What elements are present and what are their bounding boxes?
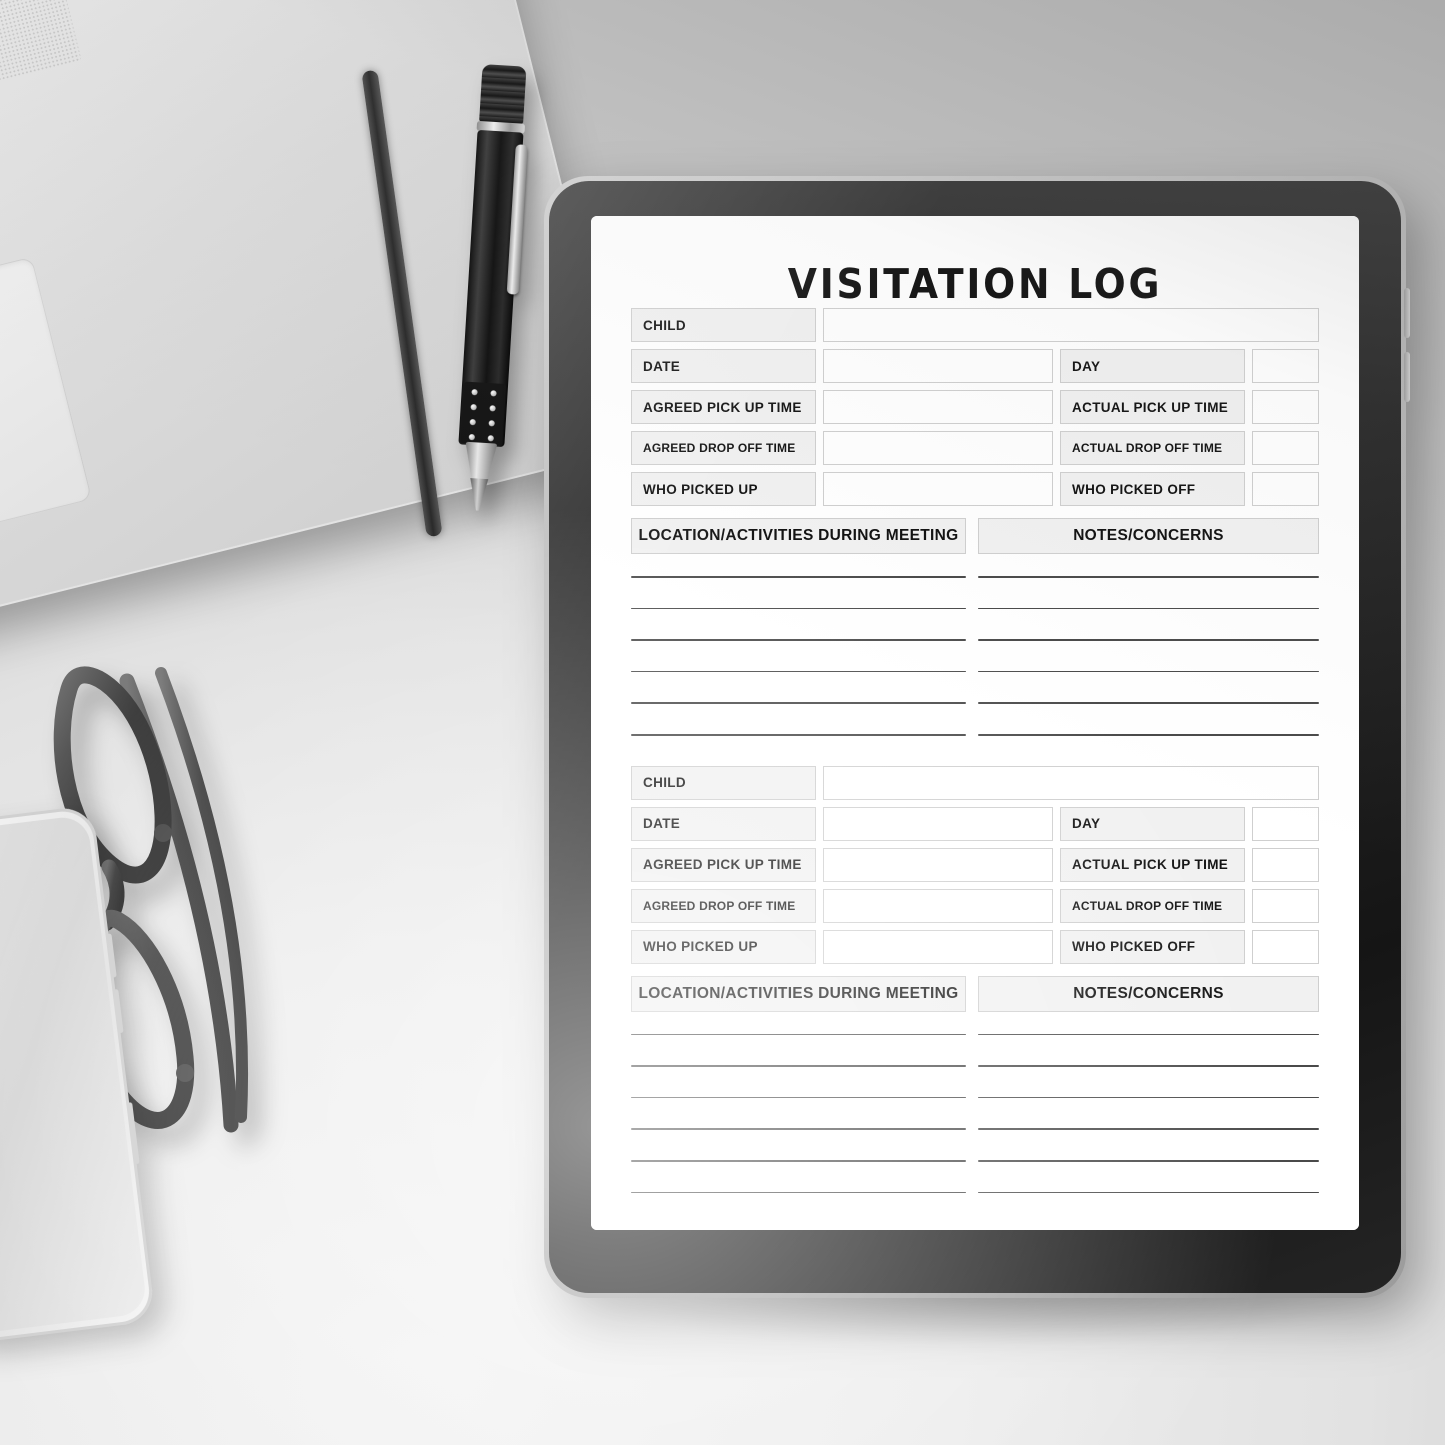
label-who-picked-off: WHO PICKED OFF [1060, 472, 1245, 506]
writing-line [978, 639, 1319, 641]
label-date-2: DATE [631, 806, 816, 841]
input-child[interactable] [823, 308, 1319, 342]
pen-tip [468, 478, 488, 511]
label-actual-drop-off-time: ACTUAL DROP OFF TIME [1060, 431, 1245, 465]
pen-cone [463, 442, 497, 484]
writing-area-2 [631, 1033, 1319, 1194]
writing-area-1 [631, 576, 1319, 736]
label-child-2: CHILD [631, 765, 816, 800]
input-who-picked-up-2[interactable] [823, 929, 1053, 964]
writing-line [631, 702, 966, 704]
tablet: VISITATION LOG CHILD DATE DAY AGREED PIC… [544, 176, 1410, 1298]
writing-line [978, 1128, 1319, 1130]
label-agreed-drop-off-time-2: AGREED DROP OFF TIME [631, 888, 816, 923]
writing-line [631, 607, 966, 610]
writing-line [631, 1065, 966, 1067]
input-date[interactable] [823, 349, 1053, 383]
field-row-date-day-2: DATE DAY [631, 806, 1319, 841]
input-agreed-pick-up-time-2[interactable] [823, 847, 1053, 882]
tablet-volume-down-button[interactable] [1404, 352, 1410, 402]
field-row-dropoff-time: AGREED DROP OFF TIME ACTUAL DROP OFF TIM… [631, 431, 1319, 465]
section-headers-1: LOCATION/ACTIVITIES DURING MEETING NOTES… [631, 518, 1319, 554]
input-actual-drop-off-time-2[interactable] [1252, 888, 1319, 923]
tablet-screen[interactable]: VISITATION LOG CHILD DATE DAY AGREED PIC… [591, 216, 1359, 1230]
input-date-2[interactable] [823, 806, 1053, 841]
input-who-picked-up[interactable] [823, 472, 1053, 506]
field-row-pickup-time-2: AGREED PICK UP TIME ACTUAL PICK UP TIME [631, 847, 1319, 882]
input-who-picked-off[interactable] [1252, 472, 1319, 506]
header-notes-concerns-2: NOTES/CONCERNS [978, 975, 1319, 1012]
label-day-2: DAY [1060, 806, 1245, 841]
field-row-dropoff-time-2: AGREED DROP OFF TIME ACTUAL DROP OFF TIM… [631, 888, 1319, 923]
label-agreed-pick-up-time: AGREED PICK UP TIME [631, 390, 816, 424]
writing-line [631, 576, 966, 578]
label-who-picked-up: WHO PICKED UP [631, 472, 816, 506]
input-day[interactable] [1252, 349, 1319, 383]
field-row-who-picked: WHO PICKED UP WHO PICKED OFF [631, 472, 1319, 506]
label-who-picked-up-2: WHO PICKED UP [631, 929, 816, 964]
input-day-2[interactable] [1252, 806, 1319, 841]
writing-line [631, 1191, 966, 1194]
tablet-volume-up-button[interactable] [1404, 288, 1410, 338]
pen-cap [479, 64, 527, 125]
writing-line [631, 1159, 966, 1162]
writing-line [978, 1159, 1319, 1162]
writing-line [631, 1128, 966, 1130]
input-child-2[interactable] [823, 765, 1319, 800]
section-divider-gap [591, 736, 1359, 766]
label-date: DATE [631, 349, 816, 383]
pen-grip [460, 381, 507, 446]
label-agreed-drop-off-time: AGREED DROP OFF TIME [631, 431, 816, 465]
field-row-child-2: CHILD [631, 765, 1319, 800]
page-title: VISITATION LOG [787, 260, 1163, 308]
writing-line [978, 1033, 1319, 1036]
desk-scene: ⏎ + # ⌥ ⇧ [0, 0, 1445, 1445]
input-agreed-pick-up-time[interactable] [823, 390, 1053, 424]
label-day: DAY [1060, 349, 1245, 383]
field-row-who-picked-2: WHO PICKED UP WHO PICKED OFF [631, 929, 1319, 964]
writing-line [978, 1065, 1319, 1067]
document-page: VISITATION LOG CHILD DATE DAY AGREED PIC… [591, 216, 1359, 1230]
input-agreed-drop-off-time-2[interactable] [823, 888, 1053, 923]
writing-lines-location-1[interactable] [631, 576, 966, 736]
label-who-picked-off-2: WHO PICKED OFF [1060, 929, 1245, 964]
writing-line [978, 1096, 1319, 1099]
header-notes-concerns: NOTES/CONCERNS [978, 518, 1319, 554]
writing-line [978, 733, 1319, 736]
writing-lines-notes-2[interactable] [978, 1033, 1319, 1194]
input-actual-pick-up-time-2[interactable] [1252, 847, 1319, 882]
section-headers-2: LOCATION/ACTIVITIES DURING MEETING NOTES… [631, 975, 1319, 1012]
label-actual-drop-off-time-2: ACTUAL DROP OFF TIME [1060, 888, 1245, 923]
writing-line [978, 607, 1319, 610]
label-child: CHILD [631, 308, 816, 342]
header-location-activities: LOCATION/ACTIVITIES DURING MEETING [631, 518, 966, 554]
writing-line [631, 733, 966, 736]
writing-lines-notes-1[interactable] [978, 576, 1319, 736]
input-actual-drop-off-time[interactable] [1252, 431, 1319, 465]
visitation-entry-2: CHILD DATE DAY AGREED PICK UP TIME ACTUA… [631, 765, 1319, 1194]
input-agreed-drop-off-time[interactable] [823, 431, 1053, 465]
writing-line [631, 670, 966, 673]
writing-line [978, 702, 1319, 704]
field-row-date-day: DATE DAY [631, 349, 1319, 383]
writing-line [631, 639, 966, 641]
writing-line [978, 670, 1319, 673]
visitation-entry-1: CHILD DATE DAY AGREED PICK UP TIME ACTUA… [631, 308, 1319, 736]
input-actual-pick-up-time[interactable] [1252, 390, 1319, 424]
label-actual-pick-up-time: ACTUAL PICK UP TIME [1060, 390, 1245, 424]
writing-lines-location-2[interactable] [631, 1033, 966, 1194]
field-row-child: CHILD [631, 308, 1319, 342]
header-location-activities-2: LOCATION/ACTIVITIES DURING MEETING [631, 975, 966, 1012]
label-actual-pick-up-time-2: ACTUAL PICK UP TIME [1060, 847, 1245, 882]
writing-line [978, 576, 1319, 578]
field-row-pickup-time: AGREED PICK UP TIME ACTUAL PICK UP TIME [631, 390, 1319, 424]
label-agreed-pick-up-time-2: AGREED PICK UP TIME [631, 847, 816, 882]
input-who-picked-off-2[interactable] [1252, 929, 1319, 964]
writing-line [978, 1191, 1319, 1194]
writing-line [631, 1096, 966, 1099]
writing-line [631, 1033, 966, 1036]
